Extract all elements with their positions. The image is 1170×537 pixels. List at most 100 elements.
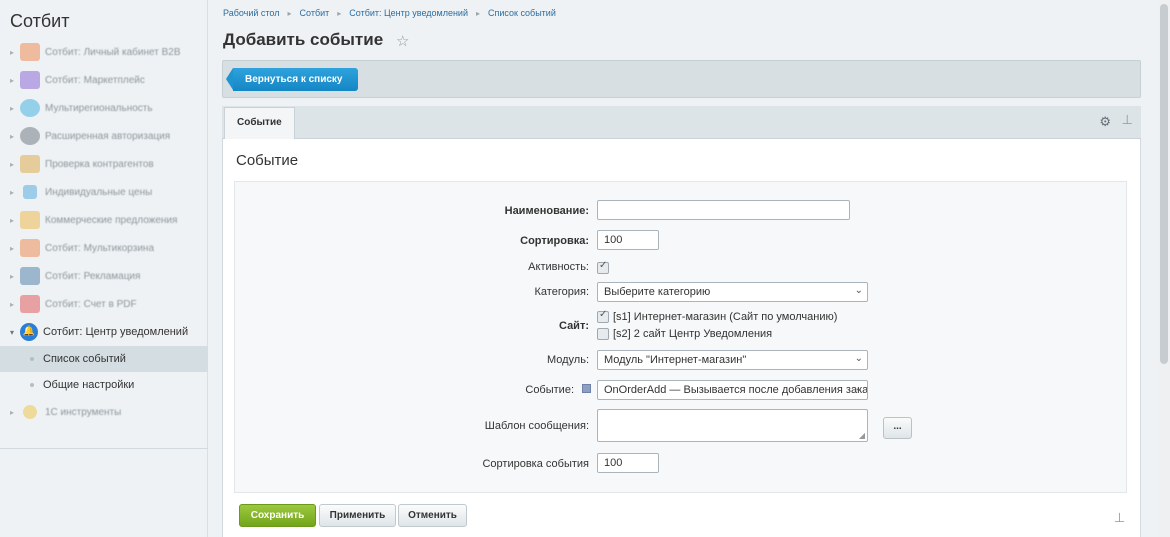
chevron-right-icon: ▸ bbox=[10, 243, 15, 253]
breadcrumb-item[interactable]: Сотбит bbox=[300, 8, 330, 18]
sidebar-item-prices[interactable]: ▸ Индивидуальные цены bbox=[0, 178, 208, 206]
star-icon[interactable]: ☆ bbox=[396, 32, 409, 50]
sidebar-item-label: Сотбит: Счет в PDF bbox=[45, 298, 137, 310]
b2b-icon bbox=[20, 43, 40, 61]
template-picker-button[interactable]: ... bbox=[883, 417, 912, 439]
event-label: Событие: bbox=[525, 384, 574, 396]
page-title: Добавить событие bbox=[223, 30, 384, 49]
bell-icon: 🔔 bbox=[20, 323, 38, 341]
sidebar-title: Сотбит bbox=[10, 11, 70, 31]
resize-grip-icon[interactable]: ◢ bbox=[859, 431, 865, 440]
chevron-right-icon: ▸ bbox=[10, 103, 15, 113]
template-textarea[interactable]: ◢ bbox=[597, 409, 868, 442]
sidebar-item-multiregion[interactable]: ▸ Мультирегиональность bbox=[0, 94, 208, 122]
sidebar: Сотбит ▸ Сотбит: Личный кабинет B2B ▸ Сотб… bbox=[0, 0, 208, 537]
apply-button[interactable]: Применить bbox=[319, 504, 396, 527]
cancel-button[interactable]: Отменить bbox=[398, 504, 467, 527]
main-content: Рабочий стол ▸ Сотбит ▸ Сотбит: Центр уведом… bbox=[208, 0, 1158, 537]
chevron-down-icon: ▾ bbox=[10, 327, 15, 337]
category-select-value: Выберите категорию bbox=[604, 286, 711, 298]
site-s1-label: [s1] Интернет-магазин (Сайт по умолчанию… bbox=[613, 311, 838, 323]
event-select[interactable]: OnOrderAdd — Вызывается после добавления… bbox=[597, 380, 868, 400]
info-icon[interactable] bbox=[582, 384, 591, 393]
sidebar-item-contractors[interactable]: ▸ Проверка контрагентов bbox=[0, 150, 208, 178]
cart-icon bbox=[20, 239, 40, 257]
sidebar-item-label: Мультирегиональность bbox=[45, 102, 153, 114]
breadcrumb-item[interactable]: Рабочий стол bbox=[223, 8, 280, 18]
name-label: Наименование: bbox=[504, 205, 589, 217]
sidebar-item-complaints[interactable]: ▸ Сотбит: Рекламация bbox=[0, 262, 208, 290]
breadcrumb-item[interactable]: Список событий bbox=[488, 8, 556, 18]
event-sort-label: Сортировка события bbox=[482, 458, 589, 470]
site-s1-checkbox[interactable] bbox=[597, 309, 609, 323]
sidebar-subitem-events[interactable]: Список событий bbox=[0, 346, 208, 372]
module-label: Модуль: bbox=[546, 354, 589, 366]
active-checkbox[interactable] bbox=[597, 260, 609, 274]
scrollbar-thumb[interactable] bbox=[1160, 4, 1168, 364]
chevron-right-icon: ▸ bbox=[287, 9, 292, 18]
category-label: Категория: bbox=[534, 286, 589, 298]
sidebar-menu: ▸ Сотбит: Личный кабинет B2B ▸ Сотбит: Мар… bbox=[0, 38, 208, 426]
category-select[interactable]: Выберите категорию ⌄ bbox=[597, 282, 868, 302]
sort-label: Сортировка: bbox=[520, 235, 589, 247]
back-to-list-button[interactable]: Вернуться к списку bbox=[226, 68, 358, 91]
marketplace-icon bbox=[20, 71, 40, 89]
sidebar-item-b2b[interactable]: ▸ Сотбит: Личный кабинет B2B bbox=[0, 38, 208, 66]
pin-icon[interactable]: ⊥ bbox=[1114, 510, 1125, 526]
sidebar-divider bbox=[0, 448, 208, 449]
sidebar-item-label: Расширенная авторизация bbox=[45, 130, 171, 142]
sidebar-item-label: Проверка контрагентов bbox=[45, 158, 154, 170]
sidebar-item-label: Сотбит: Личный кабинет B2B bbox=[45, 46, 181, 58]
tab-bar: Событие ⚙ ⊥ bbox=[222, 106, 1141, 140]
chevron-down-icon: ⌄ bbox=[854, 353, 863, 364]
chevron-right-icon: ▸ bbox=[10, 215, 15, 225]
sidebar-item-multicart[interactable]: ▸ Сотбит: Мультикорзина bbox=[0, 234, 208, 262]
toolbar: Вернуться к списку bbox=[222, 60, 1141, 98]
chevron-right-icon: ▸ bbox=[475, 9, 480, 18]
tab-event[interactable]: Событие bbox=[224, 107, 295, 140]
offer-icon bbox=[20, 211, 40, 229]
module-select[interactable]: Модуль "Интернет-магазин" ⌄ bbox=[597, 350, 868, 370]
chevron-right-icon: ▸ bbox=[10, 47, 15, 57]
gear-icon[interactable]: ⚙ bbox=[1099, 114, 1111, 130]
sidebar-item-label: Коммерческие предложения bbox=[45, 214, 178, 226]
sidebar-subitem-settings[interactable]: Общие настройки bbox=[0, 372, 208, 398]
sidebar-item-notifications[interactable]: ▾ 🔔 Сотбит: Центр уведомлений bbox=[0, 318, 208, 346]
location-icon bbox=[20, 99, 40, 117]
site-s2-label: [s2] 2 сайт Центр Уведомления bbox=[613, 328, 773, 340]
chevron-right-icon: ▸ bbox=[337, 9, 342, 18]
price-icon bbox=[23, 185, 37, 199]
sidebar-item-pdf[interactable]: ▸ Сотбит: Счет в PDF bbox=[0, 290, 208, 318]
sidebar-item-1c[interactable]: ▸ 1С инструменты bbox=[0, 398, 208, 426]
sidebar-item-marketplace[interactable]: ▸ Сотбит: Маркетплейс bbox=[0, 66, 208, 94]
sidebar-item-auth[interactable]: ▸ Расширенная авторизация bbox=[0, 122, 208, 150]
sidebar-item-label: Сотбит: Рекламация bbox=[45, 270, 141, 282]
site-s2-checkbox[interactable] bbox=[597, 328, 609, 340]
event-select-value: OnOrderAdd — Вызывается после добавления… bbox=[604, 384, 868, 396]
chevron-right-icon: ▸ bbox=[10, 159, 15, 169]
sidebar-item-label: Индивидуальные цены bbox=[45, 186, 153, 198]
breadcrumb-item[interactable]: Сотбит: Центр уведомлений bbox=[349, 8, 468, 18]
event-sort-input[interactable] bbox=[597, 453, 659, 473]
complaint-icon bbox=[20, 267, 40, 285]
breadcrumb: Рабочий стол ▸ Сотбит ▸ Сотбит: Центр уведом… bbox=[223, 8, 556, 18]
form-area: Наименование: Сортировка: Активность: Ка… bbox=[234, 181, 1127, 493]
save-button[interactable]: Сохранить bbox=[239, 504, 316, 527]
site-label: Сайт: bbox=[558, 320, 589, 332]
name-input[interactable] bbox=[597, 200, 850, 220]
sidebar-subitem-label: Список событий bbox=[43, 353, 126, 365]
bullet-icon bbox=[30, 357, 34, 361]
module-select-value: Модуль "Интернет-магазин" bbox=[604, 354, 747, 366]
scrollbar[interactable] bbox=[1158, 0, 1170, 537]
chevron-down-icon: ⌄ bbox=[854, 383, 863, 394]
form-panel: Событие Наименование: Сортировка: Активн… bbox=[222, 139, 1141, 537]
chevron-right-icon: ▸ bbox=[10, 271, 15, 281]
chevron-right-icon: ▸ bbox=[10, 187, 15, 197]
chevron-right-icon: ▸ bbox=[10, 407, 15, 417]
chevron-right-icon: ▸ bbox=[10, 131, 15, 141]
pin-icon[interactable]: ⊥ bbox=[1122, 112, 1133, 128]
template-label: Шаблон сообщения: bbox=[484, 420, 589, 432]
sidebar-item-offers[interactable]: ▸ Коммерческие предложения bbox=[0, 206, 208, 234]
chevron-right-icon: ▸ bbox=[10, 299, 15, 309]
sort-input[interactable] bbox=[597, 230, 659, 250]
